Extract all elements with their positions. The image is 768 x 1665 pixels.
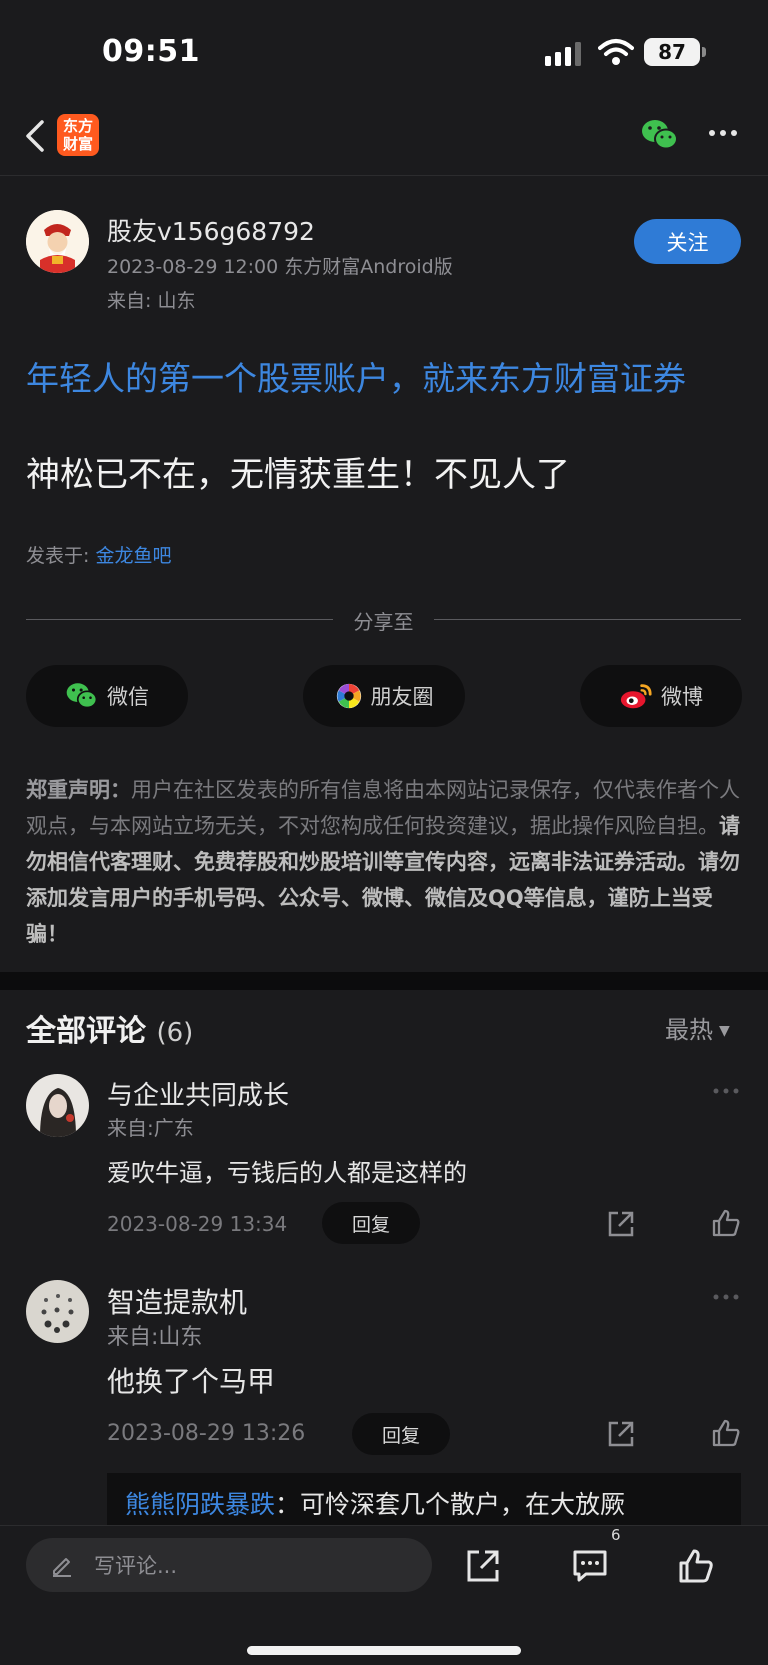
comments-badge: 6	[611, 1526, 621, 1544]
comment-time: 2023-08-29 13:34	[107, 1212, 288, 1236]
share-wechat-label: 微信	[107, 685, 149, 709]
share-weibo-label: 微博	[661, 685, 703, 709]
posted-in-label: 发表于:	[26, 545, 90, 567]
commenter-location: 来自:广东	[107, 1116, 194, 1140]
commenter-location: 来自:山东	[107, 1325, 203, 1350]
post-content: 神松已不在，无情获重生！不见人了	[26, 455, 570, 495]
comments-title: 全部评论	[26, 1014, 146, 1049]
moments-icon	[336, 683, 361, 709]
wechat-share-icon[interactable]	[640, 118, 680, 152]
status-time: 09:51	[102, 34, 200, 69]
author-avatar[interactable]	[26, 210, 89, 273]
share-divider: 分享至	[26, 606, 741, 634]
avatar-figure-icon	[26, 210, 89, 273]
sort-dropdown[interactable]: 最热 ▼	[665, 1010, 730, 1045]
share-wechat-button[interactable]: 微信	[26, 665, 188, 727]
disclaimer-text: 用户在社区发表的所有信息将由本网站记录保存，仅代表作者个人观点，与本网站立场无关…	[26, 778, 740, 838]
cellular-signal-icon	[545, 42, 581, 66]
comment-like-icon[interactable]	[711, 1418, 741, 1448]
home-indicator	[247, 1646, 521, 1655]
commenter-avatar[interactable]	[26, 1074, 89, 1137]
app-logo[interactable]: 东方 财富	[57, 114, 99, 156]
logo-text-bottom: 财富	[62, 135, 93, 153]
status-bar: 09:51 87	[0, 0, 768, 100]
reply-button[interactable]: 回复	[322, 1202, 420, 1244]
disclaimer: 郑重声明：用户在社区发表的所有信息将由本网站记录保存，仅代表作者个人观点，与本网…	[26, 772, 744, 952]
comment-input[interactable]: 写评论...	[26, 1538, 432, 1592]
commenter-name[interactable]: 与企业共同成长	[107, 1075, 289, 1112]
disclaimer-title: 郑重声明：	[26, 778, 131, 802]
wifi-icon	[598, 39, 634, 65]
follow-button[interactable]: 关注	[634, 219, 741, 264]
comments-icon[interactable]	[572, 1548, 608, 1584]
avatar-portrait-icon	[26, 1074, 89, 1137]
sub-reply[interactable]: 熊熊阴跌暴跌：可怜深套几个散户，在大放厥	[107, 1473, 741, 1533]
comment-like-icon[interactable]	[711, 1208, 741, 1238]
comment-share-icon[interactable]	[606, 1419, 636, 1449]
share-label: 分享至	[353, 610, 414, 634]
sub-reply-separator: ：	[275, 1490, 301, 1519]
comment-text: 爱吹牛逼，亏钱后的人都是这样的	[107, 1159, 467, 1187]
comment-input-placeholder: 写评论...	[94, 1554, 178, 1578]
share-weibo-button[interactable]: 微博	[580, 665, 742, 727]
wechat-icon	[66, 683, 98, 709]
chevron-down-icon: ▼	[719, 1023, 730, 1039]
comments-count: (6)	[156, 1018, 194, 1048]
reply-button[interactable]: 回复	[352, 1413, 450, 1455]
comment-share-icon[interactable]	[606, 1209, 636, 1239]
avatar-dots-icon	[26, 1280, 89, 1343]
post-location: 来自: 山东	[107, 290, 196, 312]
battery-indicator: 87	[644, 38, 706, 66]
comment-more-icon[interactable]	[712, 1293, 740, 1301]
bottom-toolbar: 写评论... 6	[0, 1525, 768, 1665]
share-icon[interactable]	[465, 1548, 501, 1584]
logo-text-top: 东方	[62, 117, 93, 135]
pencil-icon	[53, 1558, 71, 1577]
commenter-avatar[interactable]	[26, 1280, 89, 1343]
sort-label: 最热	[665, 1016, 713, 1044]
bar-link[interactable]: 金龙鱼吧	[95, 545, 171, 567]
share-moments-label: 朋友圈	[370, 685, 434, 709]
posted-in: 发表于: 金龙鱼吧	[26, 541, 171, 568]
commenter-name[interactable]: 智造提款机	[107, 1281, 247, 1321]
sub-reply-text: 可怜深套几个散户，在大放厥	[300, 1490, 626, 1519]
comment-time: 2023-08-29 13:26	[107, 1421, 306, 1446]
comments-header: 全部评论 (6)	[26, 1006, 193, 1050]
author-name[interactable]: 股友v156g68792	[107, 212, 315, 248]
comment-text: 他换了个马甲	[107, 1365, 276, 1398]
like-icon[interactable]	[678, 1548, 714, 1584]
post-meta: 2023-08-29 12:00 东方财富Android版	[107, 256, 453, 278]
sub-reply-user[interactable]: 熊熊阴跌暴跌	[125, 1490, 275, 1519]
comment-more-icon[interactable]	[712, 1087, 740, 1095]
divider-line-right	[434, 619, 741, 620]
share-moments-button[interactable]: 朋友圈	[303, 665, 465, 727]
ad-banner-link[interactable]: 年轻人的第一个股票账户，就来东方财富证券	[26, 352, 686, 400]
weibo-icon	[620, 684, 652, 709]
back-arrow-icon[interactable]	[22, 114, 50, 158]
nav-bar: 东方 财富	[0, 100, 768, 176]
more-options-icon[interactable]	[708, 126, 738, 140]
section-divider	[0, 972, 768, 990]
